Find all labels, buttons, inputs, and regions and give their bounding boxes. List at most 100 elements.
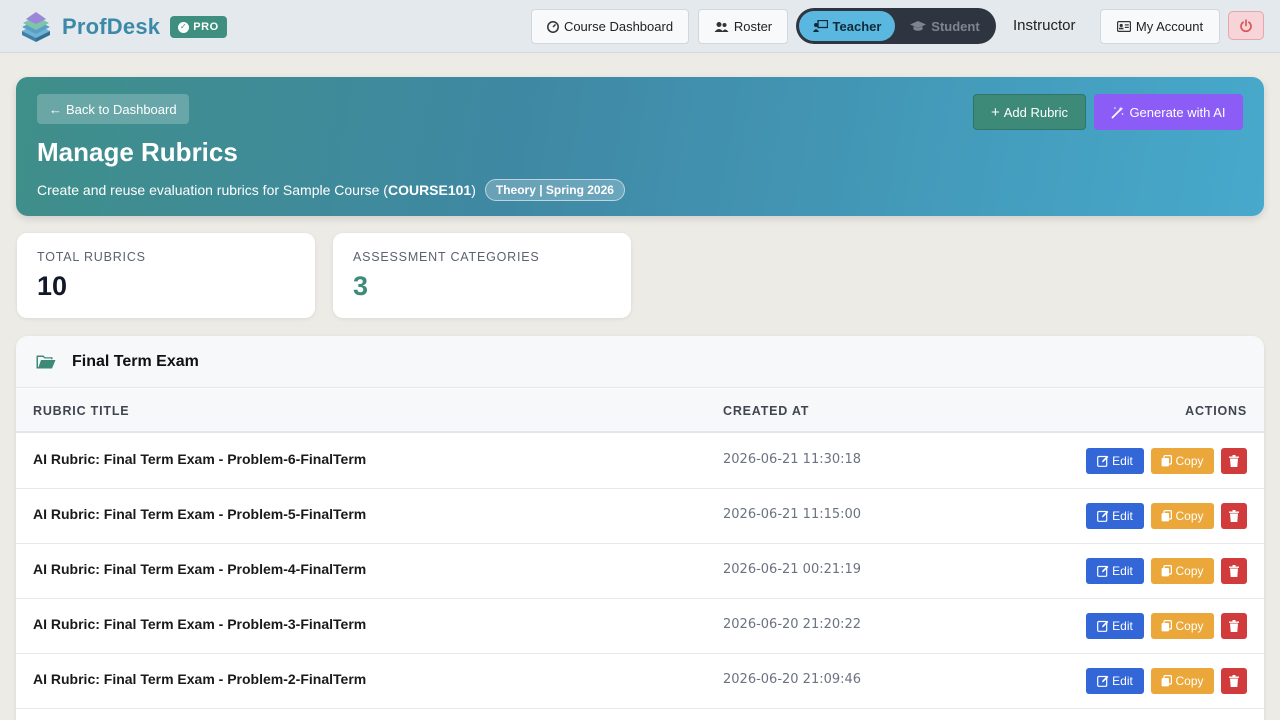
page-subtitle: Create and reuse evaluation rubrics for … bbox=[37, 179, 625, 201]
role-student-option[interactable]: Student bbox=[897, 11, 993, 41]
column-header-created: CREATED AT bbox=[723, 404, 810, 418]
edit-icon bbox=[1097, 510, 1109, 522]
delete-button[interactable] bbox=[1221, 558, 1247, 584]
section-header: Final Term Exam bbox=[16, 336, 1264, 388]
stat-card-total-rubrics: TOTAL RUBRICS 10 bbox=[17, 233, 315, 318]
copy-icon bbox=[1162, 455, 1173, 467]
table-row: AI Rubric: Final Term Exam - Problem-4-F… bbox=[16, 544, 1264, 599]
table-row: AI Rubric: Final Term Exam - Problem-5-F… bbox=[16, 489, 1264, 544]
edit-icon bbox=[1097, 675, 1109, 687]
trash-icon bbox=[1229, 620, 1239, 632]
copy-label: Copy bbox=[1175, 454, 1204, 468]
section-title: Final Term Exam bbox=[72, 352, 199, 370]
created-at: 2026-06-21 11:30:18 bbox=[723, 452, 862, 467]
copy-icon bbox=[1162, 675, 1173, 687]
role-student-label: Student bbox=[931, 18, 980, 34]
back-to-dashboard-button[interactable]: ← Back to Dashboard bbox=[37, 94, 189, 124]
edit-icon bbox=[1097, 565, 1109, 577]
delete-button[interactable] bbox=[1221, 448, 1247, 474]
delete-button[interactable] bbox=[1221, 668, 1247, 694]
column-header-actions: ACTIONS bbox=[1185, 404, 1247, 418]
rubric-title: AI Rubric: Final Term Exam - Problem-2-F… bbox=[33, 671, 367, 687]
created-at: 2026-06-21 11:15:00 bbox=[723, 507, 862, 522]
check-icon: ✓ bbox=[178, 21, 190, 33]
table-row: AI Rubric: Final Term Exam - Problem-2-F… bbox=[16, 654, 1264, 709]
trash-icon bbox=[1229, 510, 1239, 522]
power-icon bbox=[1240, 18, 1252, 32]
add-rubric-label: Add Rubric bbox=[1003, 104, 1069, 120]
copy-button[interactable]: Copy bbox=[1151, 668, 1214, 694]
copy-button[interactable]: Copy bbox=[1151, 503, 1214, 529]
page-header-banner: ← Back to Dashboard Manage Rubrics Creat… bbox=[16, 77, 1264, 216]
rubric-title: AI Rubric: Final Term Exam - Problem-5-F… bbox=[33, 506, 367, 522]
generate-with-ai-button[interactable]: Generate with AI bbox=[1094, 94, 1243, 130]
chalkboard-teacher-icon bbox=[812, 20, 828, 32]
pro-badge: ✓ PRO bbox=[170, 16, 227, 38]
course-dashboard-button[interactable]: Course Dashboard bbox=[531, 9, 689, 44]
graduation-cap-icon bbox=[910, 21, 927, 31]
add-rubric-button[interactable]: + Add Rubric bbox=[973, 94, 1086, 130]
trash-icon bbox=[1229, 675, 1239, 687]
column-header-title: RUBRIC TITLE bbox=[33, 404, 130, 418]
course-dashboard-label: Course Dashboard bbox=[563, 19, 674, 34]
edit-label: Edit bbox=[1112, 674, 1133, 688]
stat-label: ASSESSMENT CATEGORIES bbox=[353, 250, 540, 264]
edit-button[interactable]: Edit bbox=[1086, 613, 1144, 639]
id-card-icon bbox=[1116, 21, 1131, 32]
delete-button[interactable] bbox=[1221, 503, 1247, 529]
copy-label: Copy bbox=[1175, 674, 1204, 688]
my-account-button[interactable]: My Account bbox=[1100, 9, 1220, 44]
term-badge: Theory | Spring 2026 bbox=[484, 179, 625, 201]
brand-name: ProfDesk bbox=[62, 14, 161, 39]
edit-icon bbox=[1097, 455, 1109, 467]
stat-value: 10 bbox=[37, 271, 68, 301]
gauge-icon bbox=[546, 20, 559, 33]
folder-open-icon bbox=[36, 355, 56, 368]
created-at: 2026-06-20 21:09:46 bbox=[723, 672, 862, 687]
rubric-title: AI Rubric: Final Term Exam - Problem-6-F… bbox=[33, 451, 367, 467]
edit-label: Edit bbox=[1112, 619, 1133, 633]
stat-card-assessment-categories: ASSESSMENT CATEGORIES 3 bbox=[333, 233, 631, 318]
roster-label: Roster bbox=[733, 19, 773, 34]
subtitle-prefix: Create and reuse evaluation rubrics for … bbox=[37, 182, 388, 198]
table-header: RUBRIC TITLE CREATED AT ACTIONS bbox=[16, 389, 1264, 433]
copy-button[interactable]: Copy bbox=[1151, 613, 1214, 639]
edit-label: Edit bbox=[1112, 454, 1133, 468]
back-to-dashboard-label: Back to Dashboard bbox=[66, 101, 177, 117]
plus-icon: + bbox=[990, 103, 1000, 121]
book-stack-logo-icon bbox=[22, 12, 50, 42]
copy-label: Copy bbox=[1175, 619, 1204, 633]
roster-button[interactable]: Roster bbox=[698, 9, 788, 44]
edit-button[interactable]: Edit bbox=[1086, 448, 1144, 474]
copy-label: Copy bbox=[1175, 564, 1204, 578]
trash-icon bbox=[1229, 455, 1239, 467]
edit-button[interactable]: Edit bbox=[1086, 503, 1144, 529]
table-row: AI Rubric: Final Term Exam - Problem-3-F… bbox=[16, 599, 1264, 654]
trash-icon bbox=[1229, 565, 1239, 577]
copy-button[interactable]: Copy bbox=[1151, 448, 1214, 474]
delete-button[interactable] bbox=[1221, 613, 1247, 639]
course-code: COURSE101 bbox=[387, 182, 472, 198]
edit-button[interactable]: Edit bbox=[1086, 558, 1144, 584]
pro-badge-label: PRO bbox=[193, 21, 219, 33]
role-teacher-option[interactable]: Teacher bbox=[799, 11, 895, 41]
rubric-section-panel: Final Term Exam RUBRIC TITLE CREATED AT … bbox=[16, 336, 1264, 720]
top-navbar: ProfDesk ✓ PRO Course Dashboard Roster T… bbox=[0, 0, 1280, 53]
brand[interactable]: ProfDesk ✓ PRO bbox=[18, 9, 227, 45]
page-title: Manage Rubrics bbox=[37, 137, 238, 167]
my-account-label: My Account bbox=[1135, 19, 1204, 34]
table-row: AI Rubric: Final Term Exam - Problem-6-F… bbox=[16, 434, 1264, 489]
rubric-title: AI Rubric: Final Term Exam - Problem-3-F… bbox=[33, 616, 367, 632]
copy-button[interactable]: Copy bbox=[1151, 558, 1214, 584]
edit-button[interactable]: Edit bbox=[1086, 668, 1144, 694]
copy-icon bbox=[1162, 620, 1173, 632]
subtitle-suffix: ) bbox=[471, 182, 476, 198]
generate-with-ai-label: Generate with AI bbox=[1129, 104, 1226, 120]
logout-button[interactable] bbox=[1228, 11, 1264, 40]
role-toggle: Teacher Student bbox=[796, 8, 996, 44]
magic-wand-icon bbox=[1112, 106, 1124, 118]
users-icon bbox=[714, 21, 729, 32]
edit-icon bbox=[1097, 620, 1109, 632]
edit-label: Edit bbox=[1112, 564, 1133, 578]
role-teacher-label: Teacher bbox=[832, 18, 882, 34]
